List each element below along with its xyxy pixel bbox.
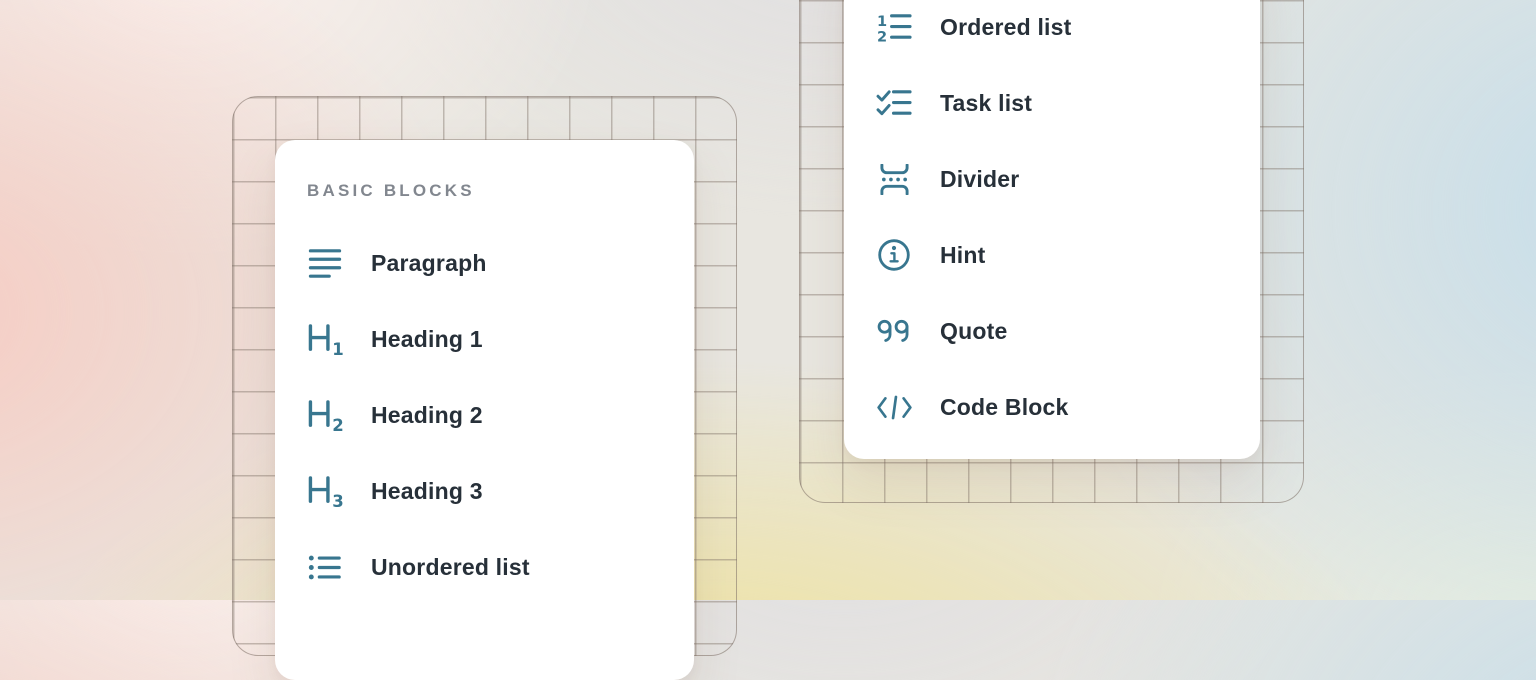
menu-item-paragraph[interactable]: Paragraph xyxy=(275,225,694,301)
menu-item-heading-3[interactable]: 3 Heading 3 xyxy=(275,453,694,529)
menu-item-label: Quote xyxy=(940,318,1007,345)
svg-text:3: 3 xyxy=(332,492,344,509)
divider-icon xyxy=(874,159,914,199)
quote-icon xyxy=(874,311,914,351)
menu-item-label: Heading 3 xyxy=(371,478,483,505)
menu-item-task-list[interactable]: Task list xyxy=(844,65,1260,141)
blocks-item-list: 12 Ordered list Task list Divider Hint Quote C… xyxy=(844,0,1260,445)
menu-item-heading-2[interactable]: 2 Heading 2 xyxy=(275,377,694,453)
svg-text:2: 2 xyxy=(877,28,887,43)
menu-item-label: Code Block xyxy=(940,394,1069,421)
menu-item-label: Heading 2 xyxy=(371,402,483,429)
blocks-menu-continued: 12 Ordered list Task list Divider Hint Quote C… xyxy=(844,0,1260,459)
menu-item-label: Paragraph xyxy=(371,250,487,277)
menu-item-label: Unordered list xyxy=(371,554,530,581)
menu-item-label: Divider xyxy=(940,166,1019,193)
menu-item-divider[interactable]: Divider xyxy=(844,141,1260,217)
paragraph-icon xyxy=(305,243,345,283)
heading-1-icon: 1 xyxy=(305,319,345,359)
svg-text:1: 1 xyxy=(877,13,887,30)
menu-item-label: Ordered list xyxy=(940,14,1072,41)
hint-icon xyxy=(874,235,914,275)
code-block-icon xyxy=(874,387,914,427)
menu-item-code-block[interactable]: Code Block xyxy=(844,369,1260,445)
svg-text:1: 1 xyxy=(332,340,344,357)
unordered-list-icon xyxy=(305,547,345,587)
heading-2-icon: 2 xyxy=(305,395,345,435)
menu-item-label: Task list xyxy=(940,90,1032,117)
svg-text:2: 2 xyxy=(332,416,344,433)
basic-blocks-item-list: Paragraph 1 Heading 1 2 Heading 2 3 Heading 3 U… xyxy=(275,225,694,605)
heading-3-icon: 3 xyxy=(305,471,345,511)
section-label-basic-blocks: BASIC BLOCKS xyxy=(307,182,694,199)
task-list-icon xyxy=(874,83,914,123)
menu-item-unordered-list[interactable]: Unordered list xyxy=(275,529,694,605)
menu-item-ordered-list[interactable]: 12 Ordered list xyxy=(844,0,1260,65)
basic-blocks-menu: BASIC BLOCKS Paragraph 1 Heading 1 2 Heading… xyxy=(275,140,694,680)
menu-item-heading-1[interactable]: 1 Heading 1 xyxy=(275,301,694,377)
menu-item-hint[interactable]: Hint xyxy=(844,217,1260,293)
menu-item-label: Heading 1 xyxy=(371,326,483,353)
ordered-list-icon: 12 xyxy=(874,7,914,47)
menu-item-label: Hint xyxy=(940,242,986,269)
menu-item-quote[interactable]: Quote xyxy=(844,293,1260,369)
